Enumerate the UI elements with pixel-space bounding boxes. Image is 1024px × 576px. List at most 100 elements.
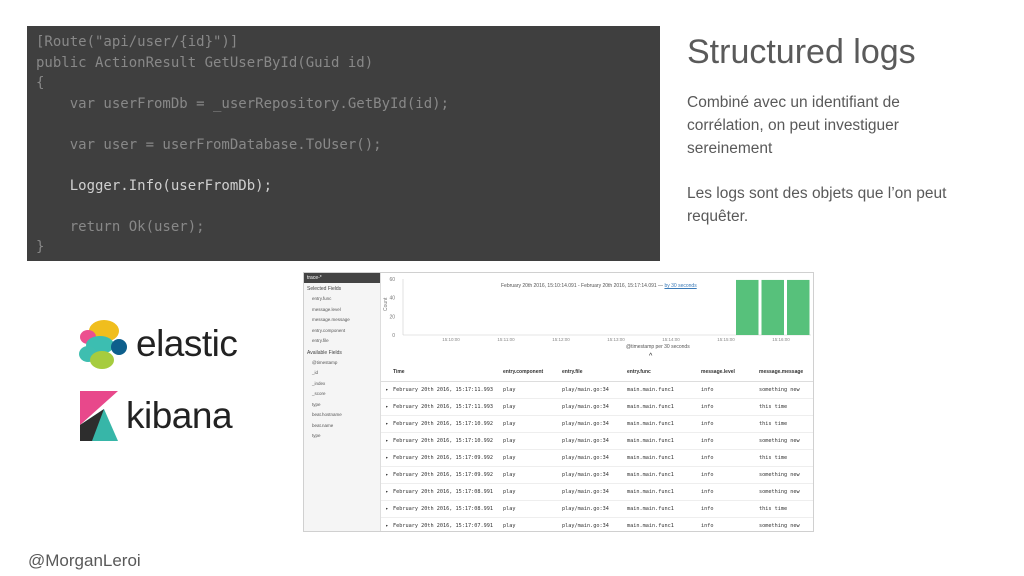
expand-row-icon[interactable]: ▸ xyxy=(381,489,393,495)
x-tick-label: 15:14:00 xyxy=(662,337,680,342)
x-tick-label: 15:11:00 xyxy=(497,337,515,342)
table-cell: info xyxy=(701,506,714,512)
table-cell: main.main.func1 xyxy=(627,455,674,461)
expand-row-icon[interactable]: ▸ xyxy=(381,472,393,478)
field-item[interactable]: entry.component xyxy=(304,326,380,337)
column-header[interactable]: message.message xyxy=(759,369,813,375)
elastic-wordmark: elastic xyxy=(136,323,238,364)
code-line: { xyxy=(36,75,45,91)
kibana-discover-screenshot: trace-* Selected Fields entry.func messag… xyxy=(303,272,814,532)
table-cell: play/main.go:34 xyxy=(562,523,609,529)
histogram-bar[interactable] xyxy=(736,279,759,335)
field-item[interactable]: type xyxy=(304,431,380,442)
table-cell: this time xyxy=(759,421,788,427)
field-item[interactable]: entry.func xyxy=(304,294,380,305)
table-row[interactable]: ▸ February 20th 2016, 15:17:09.992 play pla… xyxy=(381,450,813,467)
field-item[interactable]: type xyxy=(304,400,380,411)
table-cell: info xyxy=(701,472,714,478)
table-cell: info xyxy=(701,455,714,461)
code-line: return Ok(user); xyxy=(36,218,205,235)
column-header[interactable]: message.level xyxy=(701,369,759,375)
table-cell: play xyxy=(503,489,516,495)
expand-row-icon[interactable]: ▸ xyxy=(381,421,393,427)
column-header[interactable]: entry.component xyxy=(503,369,562,375)
histogram: 60 40 20 0 Count 15:10:00 15:11:00 15:12:00 15:1… xyxy=(381,273,813,353)
field-item[interactable]: _index xyxy=(304,379,380,390)
table-cell: play/main.go:34 xyxy=(562,455,609,461)
code-line: [Route("api/user/{id}")] xyxy=(36,34,239,50)
histogram-range: February 20th 2016, 15:10:14.091 - Febru… xyxy=(501,283,697,289)
kibana-sidebar: trace-* Selected Fields entry.func messag… xyxy=(304,273,381,531)
table-cell: info xyxy=(701,523,714,529)
twitter-handle: @MorganLeroi xyxy=(28,551,141,570)
table-cell: February 20th 2016, 15:17:11.993 xyxy=(393,404,493,410)
field-item[interactable]: beat.name xyxy=(304,421,380,432)
table-cell: play/main.go:34 xyxy=(562,489,609,495)
table-cell: February 20th 2016, 15:17:10.992 xyxy=(393,438,493,444)
documents-table: Time entry.component entry.file entry.func m… xyxy=(381,363,813,531)
histogram-range-text: February 20th 2016, 15:10:14.091 - Febru… xyxy=(501,283,664,289)
expand-row-icon[interactable]: ▸ xyxy=(381,387,393,393)
interval-link[interactable]: by 30 seconds xyxy=(664,283,696,289)
code-line: var user = userFromDatabase.ToUser(); xyxy=(36,136,382,153)
table-cell: something new xyxy=(759,523,800,529)
column-header[interactable]: entry.func xyxy=(627,369,701,375)
y-tick-label: 60 xyxy=(389,277,395,283)
field-item[interactable]: _score xyxy=(304,389,380,400)
table-row[interactable]: ▸ February 20th 2016, 15:17:11.993 play pla… xyxy=(381,399,813,416)
table-cell: February 20th 2016, 15:17:09.992 xyxy=(393,455,493,461)
table-cell: play/main.go:34 xyxy=(562,472,609,478)
slide-title: Structured logs xyxy=(687,33,916,71)
expand-row-icon[interactable]: ▸ xyxy=(381,404,393,410)
field-item[interactable]: _id xyxy=(304,368,380,379)
table-cell: play/main.go:34 xyxy=(562,404,609,410)
table-row[interactable]: ▸ February 20th 2016, 15:17:07.991 play pla… xyxy=(381,518,813,531)
available-fields-label: Available Fields xyxy=(307,349,342,356)
expand-row-icon[interactable]: ▸ xyxy=(381,455,393,461)
table-row[interactable]: ▸ February 20th 2016, 15:17:08.991 play pla… xyxy=(381,484,813,501)
table-cell: something new xyxy=(759,472,800,478)
elastic-icon xyxy=(79,320,127,369)
field-item[interactable]: @timestamp xyxy=(304,358,380,369)
table-row[interactable]: ▸ February 20th 2016, 15:17:09.992 play pla… xyxy=(381,467,813,484)
code-line: Logger.Info(userFromDb); xyxy=(36,177,273,194)
table-cell: this time xyxy=(759,404,788,410)
table-cell: play/main.go:34 xyxy=(562,421,609,427)
chevron-up-icon[interactable]: ^ xyxy=(649,353,652,360)
available-fields-list: @timestamp _id _index _score type beat.hostna… xyxy=(304,358,380,442)
histogram-bar[interactable] xyxy=(761,279,785,335)
table-header: Time entry.component entry.file entry.func m… xyxy=(381,363,813,382)
table-cell: main.main.func1 xyxy=(627,489,674,495)
table-cell: main.main.func1 xyxy=(627,421,674,427)
field-item[interactable]: message.level xyxy=(304,305,380,316)
field-item[interactable]: beat.hostname xyxy=(304,410,380,421)
field-item[interactable]: entry.file xyxy=(304,336,380,347)
slide-paragraph-queryable: Les logs sont des objets que l’on peut r… xyxy=(687,185,947,225)
x-tick-label: 15:10:00 xyxy=(442,337,460,342)
y-tick-label: 20 xyxy=(389,314,395,320)
column-header[interactable]: Time xyxy=(393,369,503,375)
expand-row-icon[interactable]: ▸ xyxy=(381,506,393,512)
code-line: public ActionResult GetUserById(Guid id) xyxy=(36,54,374,71)
index-pattern-header[interactable]: trace-* xyxy=(304,273,380,283)
table-cell: February 20th 2016, 15:17:09.992 xyxy=(393,472,493,478)
expand-row-icon[interactable]: ▸ xyxy=(381,438,393,444)
field-item[interactable]: message.message xyxy=(304,315,380,326)
table-row[interactable]: ▸ February 20th 2016, 15:17:08.991 play pla… xyxy=(381,501,813,518)
kibana-wordmark: kibana xyxy=(126,395,233,436)
table-cell: info xyxy=(701,438,714,444)
table-row[interactable]: ▸ February 20th 2016, 15:17:10.992 play pla… xyxy=(381,433,813,450)
histogram-bar[interactable] xyxy=(787,279,810,335)
table-cell: February 20th 2016, 15:17:08.991 xyxy=(393,489,493,495)
table-row[interactable]: ▸ February 20th 2016, 15:17:10.992 play pla… xyxy=(381,416,813,433)
x-tick-label: 15:12:00 xyxy=(552,337,570,342)
x-tick-label: 15:16:00 xyxy=(772,337,790,342)
table-row[interactable]: ▸ February 20th 2016, 15:17:11.993 play pla… xyxy=(381,382,813,399)
table-cell: something new xyxy=(759,489,800,495)
elastic-logo: elastic xyxy=(78,318,238,370)
column-header[interactable]: entry.file xyxy=(562,369,627,375)
table-cell: this time xyxy=(759,506,788,512)
expand-row-icon[interactable]: ▸ xyxy=(381,523,393,529)
